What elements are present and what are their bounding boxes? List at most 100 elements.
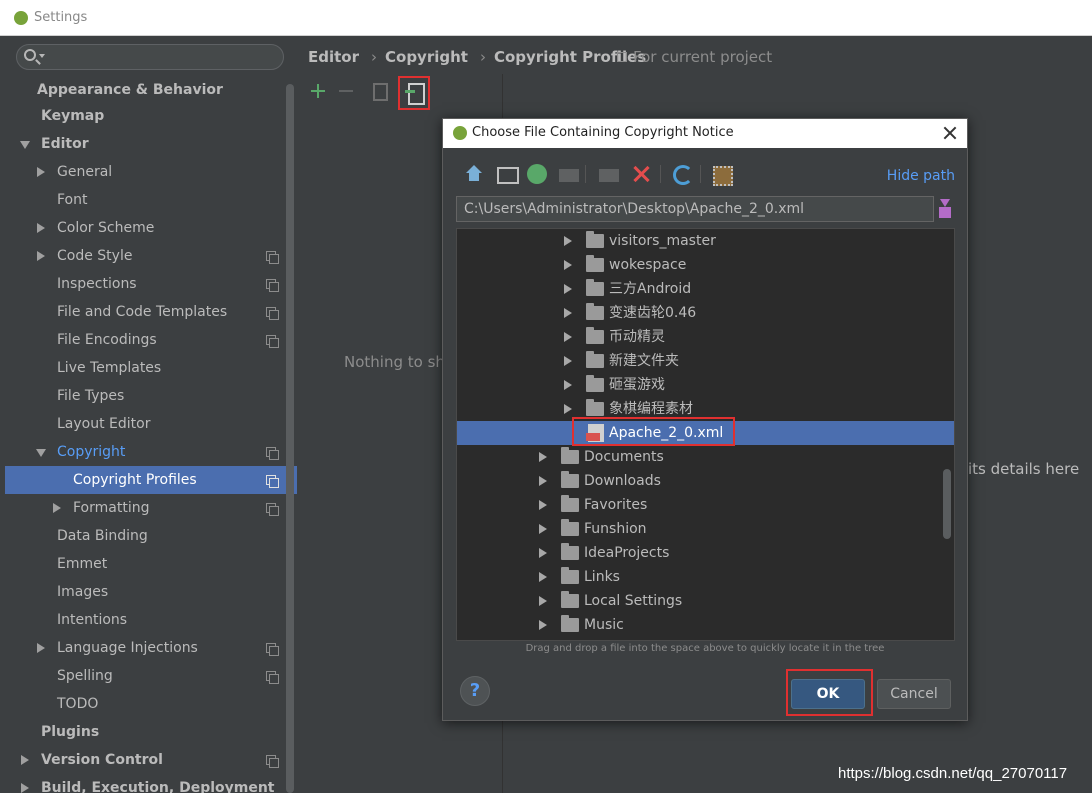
tree-row[interactable]: Music bbox=[457, 613, 954, 637]
chevron-down-icon[interactable] bbox=[39, 54, 45, 58]
tree-row[interactable]: Downloads bbox=[457, 469, 954, 493]
sidebar-item-language-injections[interactable]: Language Injections bbox=[5, 634, 297, 662]
sidebar-item-color-scheme[interactable]: Color Scheme bbox=[5, 214, 297, 242]
sidebar-item-live-templates[interactable]: Live Templates bbox=[5, 354, 297, 382]
tree-row[interactable]: wokespace bbox=[457, 253, 954, 277]
expand-arrow-icon[interactable] bbox=[539, 500, 547, 510]
sidebar-item-layout-editor[interactable]: Layout Editor bbox=[5, 410, 297, 438]
download-icon[interactable] bbox=[937, 199, 953, 219]
sidebar-item-plugins[interactable]: Plugins bbox=[5, 718, 297, 746]
expand-arrow-icon[interactable] bbox=[539, 548, 547, 558]
tree-row[interactable]: Local Settings bbox=[457, 589, 954, 613]
sidebar-item-copyright[interactable]: Copyright bbox=[5, 438, 297, 466]
collapse-arrow-icon[interactable] bbox=[21, 755, 29, 765]
settings-search-input[interactable] bbox=[16, 44, 284, 70]
expand-arrow-icon[interactable] bbox=[539, 524, 547, 534]
tree-row[interactable]: visitors_master bbox=[457, 229, 954, 253]
tree-row[interactable]: Favorites bbox=[457, 493, 954, 517]
new-folder-icon[interactable] bbox=[598, 163, 620, 185]
collapse-arrow-icon[interactable] bbox=[37, 167, 45, 177]
add-profile-button[interactable] bbox=[305, 78, 331, 104]
sidebar-item-file-code-templates[interactable]: File and Code Templates bbox=[5, 298, 297, 326]
sidebar-item-file-types[interactable]: File Types bbox=[5, 382, 297, 410]
path-input[interactable]: C:\Users\Administrator\Desktop\Apache_2_… bbox=[456, 196, 934, 222]
sidebar-item-keymap[interactable]: Keymap bbox=[5, 102, 297, 130]
sidebar-item-label: Layout Editor bbox=[57, 416, 151, 432]
sidebar-item-spelling[interactable]: Spelling bbox=[5, 662, 297, 690]
help-button[interactable]: ? bbox=[460, 676, 490, 706]
tree-row[interactable]: 三方Android bbox=[457, 277, 954, 301]
copy-profile-button[interactable] bbox=[365, 78, 391, 104]
delete-icon[interactable] bbox=[630, 163, 652, 185]
folder-icon bbox=[586, 399, 604, 416]
expand-arrow-icon[interactable] bbox=[539, 572, 547, 582]
tree-row[interactable]: 新建文件夹 bbox=[457, 349, 954, 373]
collapse-arrow-icon[interactable] bbox=[21, 783, 29, 793]
expand-arrow-icon[interactable] bbox=[564, 284, 572, 294]
sidebar-item-label: Formatting bbox=[73, 500, 150, 516]
expand-arrow-icon[interactable] bbox=[539, 596, 547, 606]
module-folder-icon[interactable] bbox=[558, 163, 580, 185]
collapse-arrow-icon[interactable] bbox=[53, 503, 61, 513]
collapse-arrow-icon[interactable] bbox=[37, 251, 45, 261]
cancel-button[interactable]: Cancel bbox=[877, 679, 951, 709]
expand-arrow-icon[interactable] bbox=[564, 332, 572, 342]
import-profile-button[interactable] bbox=[398, 76, 430, 110]
home-icon[interactable] bbox=[463, 163, 485, 185]
sidebar-item-appearance-behavior[interactable]: Appearance & Behavior bbox=[5, 76, 297, 104]
tree-row[interactable]: Links bbox=[457, 565, 954, 589]
expand-arrow-icon[interactable] bbox=[36, 449, 46, 457]
file-tree[interactable]: visitors_master wokespace 三方Android 变速齿轮… bbox=[456, 228, 955, 641]
collapse-arrow-icon[interactable] bbox=[37, 643, 45, 653]
expand-arrow-icon[interactable] bbox=[539, 476, 547, 486]
tree-row[interactable]: 变速齿轮0.46 bbox=[457, 301, 954, 325]
expand-arrow-icon[interactable] bbox=[564, 404, 572, 414]
expand-arrow-icon[interactable] bbox=[20, 141, 30, 149]
sidebar-item-formatting[interactable]: Formatting bbox=[5, 494, 297, 522]
expand-arrow-icon[interactable] bbox=[564, 308, 572, 318]
sidebar-item-data-binding[interactable]: Data Binding bbox=[5, 522, 297, 550]
sidebar-scrollbar[interactable] bbox=[286, 84, 294, 793]
sidebar-item-build-execution-deployment[interactable]: Build, Execution, Deployment bbox=[5, 774, 297, 793]
sidebar-item-editor[interactable]: Editor bbox=[5, 130, 297, 158]
folder-icon bbox=[561, 543, 579, 560]
sidebar-item-code-style[interactable]: Code Style bbox=[5, 242, 297, 270]
remove-profile-button[interactable] bbox=[333, 78, 359, 104]
expand-arrow-icon[interactable] bbox=[564, 356, 572, 366]
sidebar-item-version-control[interactable]: Version Control bbox=[5, 746, 297, 774]
tree-row[interactable]: 砸蛋游戏 bbox=[457, 373, 954, 397]
sidebar-item-copyright-profiles[interactable]: Copyright Profiles bbox=[5, 466, 297, 494]
sidebar-item-inspections[interactable]: Inspections bbox=[5, 270, 297, 298]
project-icon[interactable] bbox=[526, 163, 548, 185]
sidebar-item-label: Images bbox=[57, 584, 109, 600]
sidebar-item-emmet[interactable]: Emmet bbox=[5, 550, 297, 578]
hide-path-link[interactable]: Hide path bbox=[887, 168, 955, 184]
desktop-icon[interactable] bbox=[495, 163, 519, 185]
expand-arrow-icon[interactable] bbox=[564, 236, 572, 246]
sidebar-item-intentions[interactable]: Intentions bbox=[5, 606, 297, 634]
tree-row[interactable]: IdeaProjects bbox=[457, 541, 954, 565]
sidebar-item-todo[interactable]: TODO bbox=[5, 690, 297, 718]
show-hidden-icon[interactable] bbox=[710, 163, 733, 186]
expand-arrow-icon[interactable] bbox=[539, 620, 547, 630]
close-icon[interactable] bbox=[941, 124, 959, 142]
expand-arrow-icon[interactable] bbox=[564, 380, 572, 390]
ok-button[interactable]: OK bbox=[791, 679, 865, 709]
expand-arrow-icon[interactable] bbox=[564, 260, 572, 270]
tree-row[interactable]: 币动精灵 bbox=[457, 325, 954, 349]
refresh-icon[interactable] bbox=[671, 163, 693, 185]
tree-row-label: visitors_master bbox=[609, 233, 716, 249]
details-hint-text: its details here bbox=[968, 460, 1080, 478]
expand-arrow-icon[interactable] bbox=[539, 452, 547, 462]
collapse-arrow-icon[interactable] bbox=[37, 223, 45, 233]
tree-row[interactable]: Funshion bbox=[457, 517, 954, 541]
sidebar-item-font[interactable]: Font bbox=[5, 186, 297, 214]
sidebar-item-general[interactable]: General bbox=[5, 158, 297, 186]
sidebar-item-file-encodings[interactable]: File Encodings bbox=[5, 326, 297, 354]
tree-row[interactable]: Documents bbox=[457, 445, 954, 469]
sidebar-item-label: Color Scheme bbox=[57, 220, 155, 236]
sidebar-item-images[interactable]: Images bbox=[5, 578, 297, 606]
tree-row-label: 砸蛋游戏 bbox=[609, 377, 665, 393]
file-tree-scrollbar[interactable] bbox=[943, 469, 951, 539]
sidebar-item-label: File Encodings bbox=[57, 332, 157, 348]
